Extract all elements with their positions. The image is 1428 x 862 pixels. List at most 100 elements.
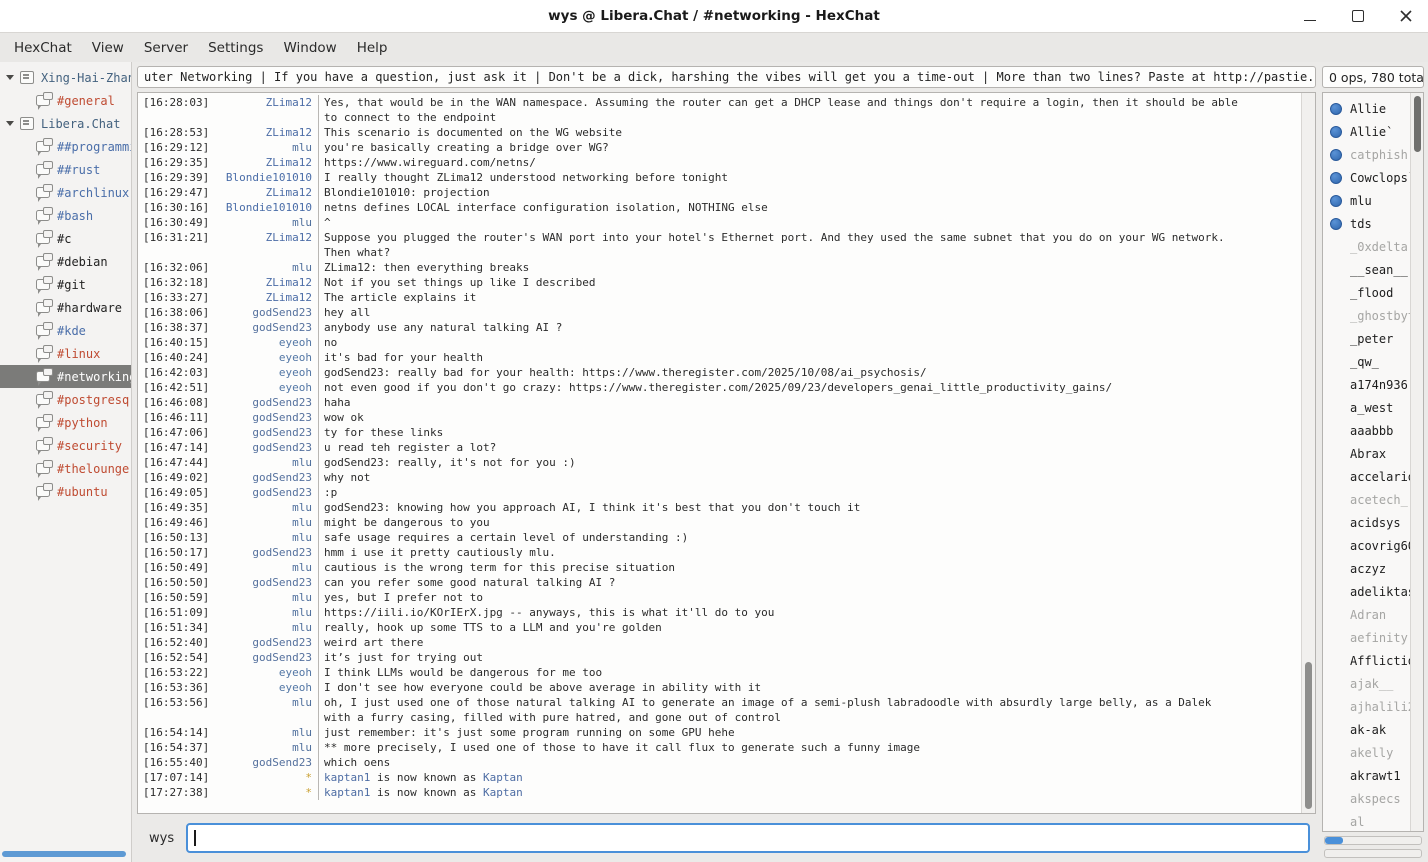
nick[interactable]: mlu (220, 620, 312, 635)
userlist-scrollbar-thumb[interactable] (1414, 96, 1421, 152)
nick[interactable]: godSend23 (220, 755, 312, 770)
maximize-button[interactable] (1350, 8, 1366, 24)
tree-scrollbar[interactable] (2, 851, 126, 857)
nick[interactable]: godSend23 (220, 425, 312, 440)
nick[interactable]: mlu (220, 215, 312, 230)
menu-view[interactable]: View (82, 36, 134, 60)
nick[interactable]: Blondie101010 (220, 200, 312, 215)
nick-link[interactable]: Kaptan (483, 771, 523, 784)
user-flood[interactable]: _flood (1323, 281, 1411, 304)
nick[interactable]: godSend23 (220, 485, 312, 500)
expander-icon[interactable] (6, 75, 14, 80)
nick[interactable]: mlu (220, 740, 312, 755)
menu-server[interactable]: Server (134, 36, 198, 60)
user-akelly[interactable]: akelly (1323, 741, 1411, 764)
tree-item-thelounge[interactable]: #thelounge (0, 457, 131, 480)
tree-item-networking[interactable]: #networking (0, 365, 131, 388)
user-akspecs[interactable]: akspecs (1323, 787, 1411, 810)
nick[interactable]: eyeoh (220, 350, 312, 365)
message-input[interactable] (186, 823, 1310, 853)
user-aaabbb[interactable]: aaabbb (1323, 419, 1411, 442)
nick[interactable]: mlu (220, 530, 312, 545)
nick[interactable]: ZLima12 (220, 155, 312, 170)
user-ak-ak[interactable]: ak-ak (1323, 718, 1411, 741)
nick[interactable]: mlu (220, 590, 312, 605)
user-peter[interactable]: _peter (1323, 327, 1411, 350)
nick[interactable]: eyeoh (220, 380, 312, 395)
nick[interactable]: godSend23 (220, 320, 312, 335)
user-qw[interactable]: _qw_ (1323, 350, 1411, 373)
tree-item-kde[interactable]: #kde (0, 319, 131, 342)
tree-item-debian[interactable]: #debian (0, 250, 131, 273)
tree-item-c[interactable]: #c (0, 227, 131, 250)
user-a174n936[interactable]: a174n936 (1323, 373, 1411, 396)
userlist-scrollbar[interactable] (1410, 93, 1423, 831)
tree-item-xing-hai-zhan[interactable]: Xing-Hai-Zhan (0, 66, 131, 89)
close-button[interactable] (1398, 8, 1414, 24)
nick[interactable]: godSend23 (220, 470, 312, 485)
user-adeliktas[interactable]: adeliktas (1323, 580, 1411, 603)
user-sean[interactable]: __sean__ (1323, 258, 1411, 281)
topic-bar[interactable]: uter Networking | If you have a question… (137, 66, 1316, 88)
nick[interactable]: mlu (220, 140, 312, 155)
user-aczyz[interactable]: aczyz (1323, 557, 1411, 580)
nick-link[interactable]: kaptan1 (324, 786, 370, 799)
menu-window[interactable]: Window (273, 36, 346, 60)
expander-icon[interactable] (6, 121, 14, 126)
tree-item-git[interactable]: #git (0, 273, 131, 296)
nick[interactable]: ZLima12 (220, 185, 312, 200)
user-ajak[interactable]: ajak__ (1323, 672, 1411, 695)
user-allie[interactable]: Allie (1323, 97, 1411, 120)
user-acidsys[interactable]: acidsys (1323, 511, 1411, 534)
nick[interactable]: mlu (220, 455, 312, 470)
tree-item-bash[interactable]: #bash (0, 204, 131, 227)
nick[interactable]: mlu (220, 560, 312, 575)
user-tds[interactable]: tds (1323, 212, 1411, 235)
nick[interactable]: godSend23 (220, 575, 312, 590)
user-accelario[interactable]: accelario (1323, 465, 1411, 488)
nick[interactable]: Blondie101010 (220, 170, 312, 185)
nick[interactable]: godSend23 (220, 305, 312, 320)
nick[interactable]: mlu (220, 500, 312, 515)
nick[interactable]: eyeoh (220, 665, 312, 680)
menu-hexchat[interactable]: HexChat (4, 36, 82, 60)
tree-item-postgresq[interactable]: #postgresq (0, 388, 131, 411)
nick[interactable]: godSend23 (220, 545, 312, 560)
nick[interactable]: mlu (220, 695, 312, 710)
tree-item-hardware[interactable]: #hardware (0, 296, 131, 319)
tree-item-rust[interactable]: ##rust (0, 158, 131, 181)
tree-item-security[interactable]: #security (0, 434, 131, 457)
user-akrawt1[interactable]: akrawt1 (1323, 764, 1411, 787)
user-0xdelta[interactable]: _0xdelta (1323, 235, 1411, 258)
nick[interactable]: godSend23 (220, 635, 312, 650)
nick[interactable]: ZLima12 (220, 290, 312, 305)
user-acetech[interactable]: acetech_ (1323, 488, 1411, 511)
user-adran[interactable]: Adran (1323, 603, 1411, 626)
tree-item-python[interactable]: #python (0, 411, 131, 434)
nick[interactable]: godSend23 (220, 650, 312, 665)
user-afflictio[interactable]: Afflictio (1323, 649, 1411, 672)
nick[interactable]: mlu (220, 515, 312, 530)
own-nick-label[interactable]: wys (149, 831, 174, 846)
user-cowclops[interactable]: Cowclops` (1323, 166, 1411, 189)
nick-link[interactable]: kaptan1 (324, 771, 370, 784)
tree-item-programmi[interactable]: ##programmi (0, 135, 131, 158)
minimize-button[interactable] (1302, 8, 1318, 24)
nick[interactable]: eyeoh (220, 335, 312, 350)
tree-item-linux[interactable]: #linux (0, 342, 131, 365)
menu-help[interactable]: Help (347, 36, 398, 60)
user-mlu[interactable]: mlu (1323, 189, 1411, 212)
nick[interactable]: eyeoh (220, 365, 312, 380)
user-ghostbyt[interactable]: _ghostbyt (1323, 304, 1411, 327)
user-abrax[interactable]: Abrax (1323, 442, 1411, 465)
user-al[interactable]: al (1323, 810, 1411, 832)
user-a-west[interactable]: a_west (1323, 396, 1411, 419)
nick[interactable]: ZLima12 (220, 125, 312, 140)
nick[interactable]: ZLima12 (220, 95, 312, 110)
nick-link[interactable]: Kaptan (483, 786, 523, 799)
user-acovrig60[interactable]: acovrig60 (1323, 534, 1411, 557)
nick[interactable]: eyeoh (220, 680, 312, 695)
user-aefinity[interactable]: aefinity (1323, 626, 1411, 649)
menu-settings[interactable]: Settings (198, 36, 273, 60)
nick[interactable]: ZLima12 (220, 230, 312, 245)
